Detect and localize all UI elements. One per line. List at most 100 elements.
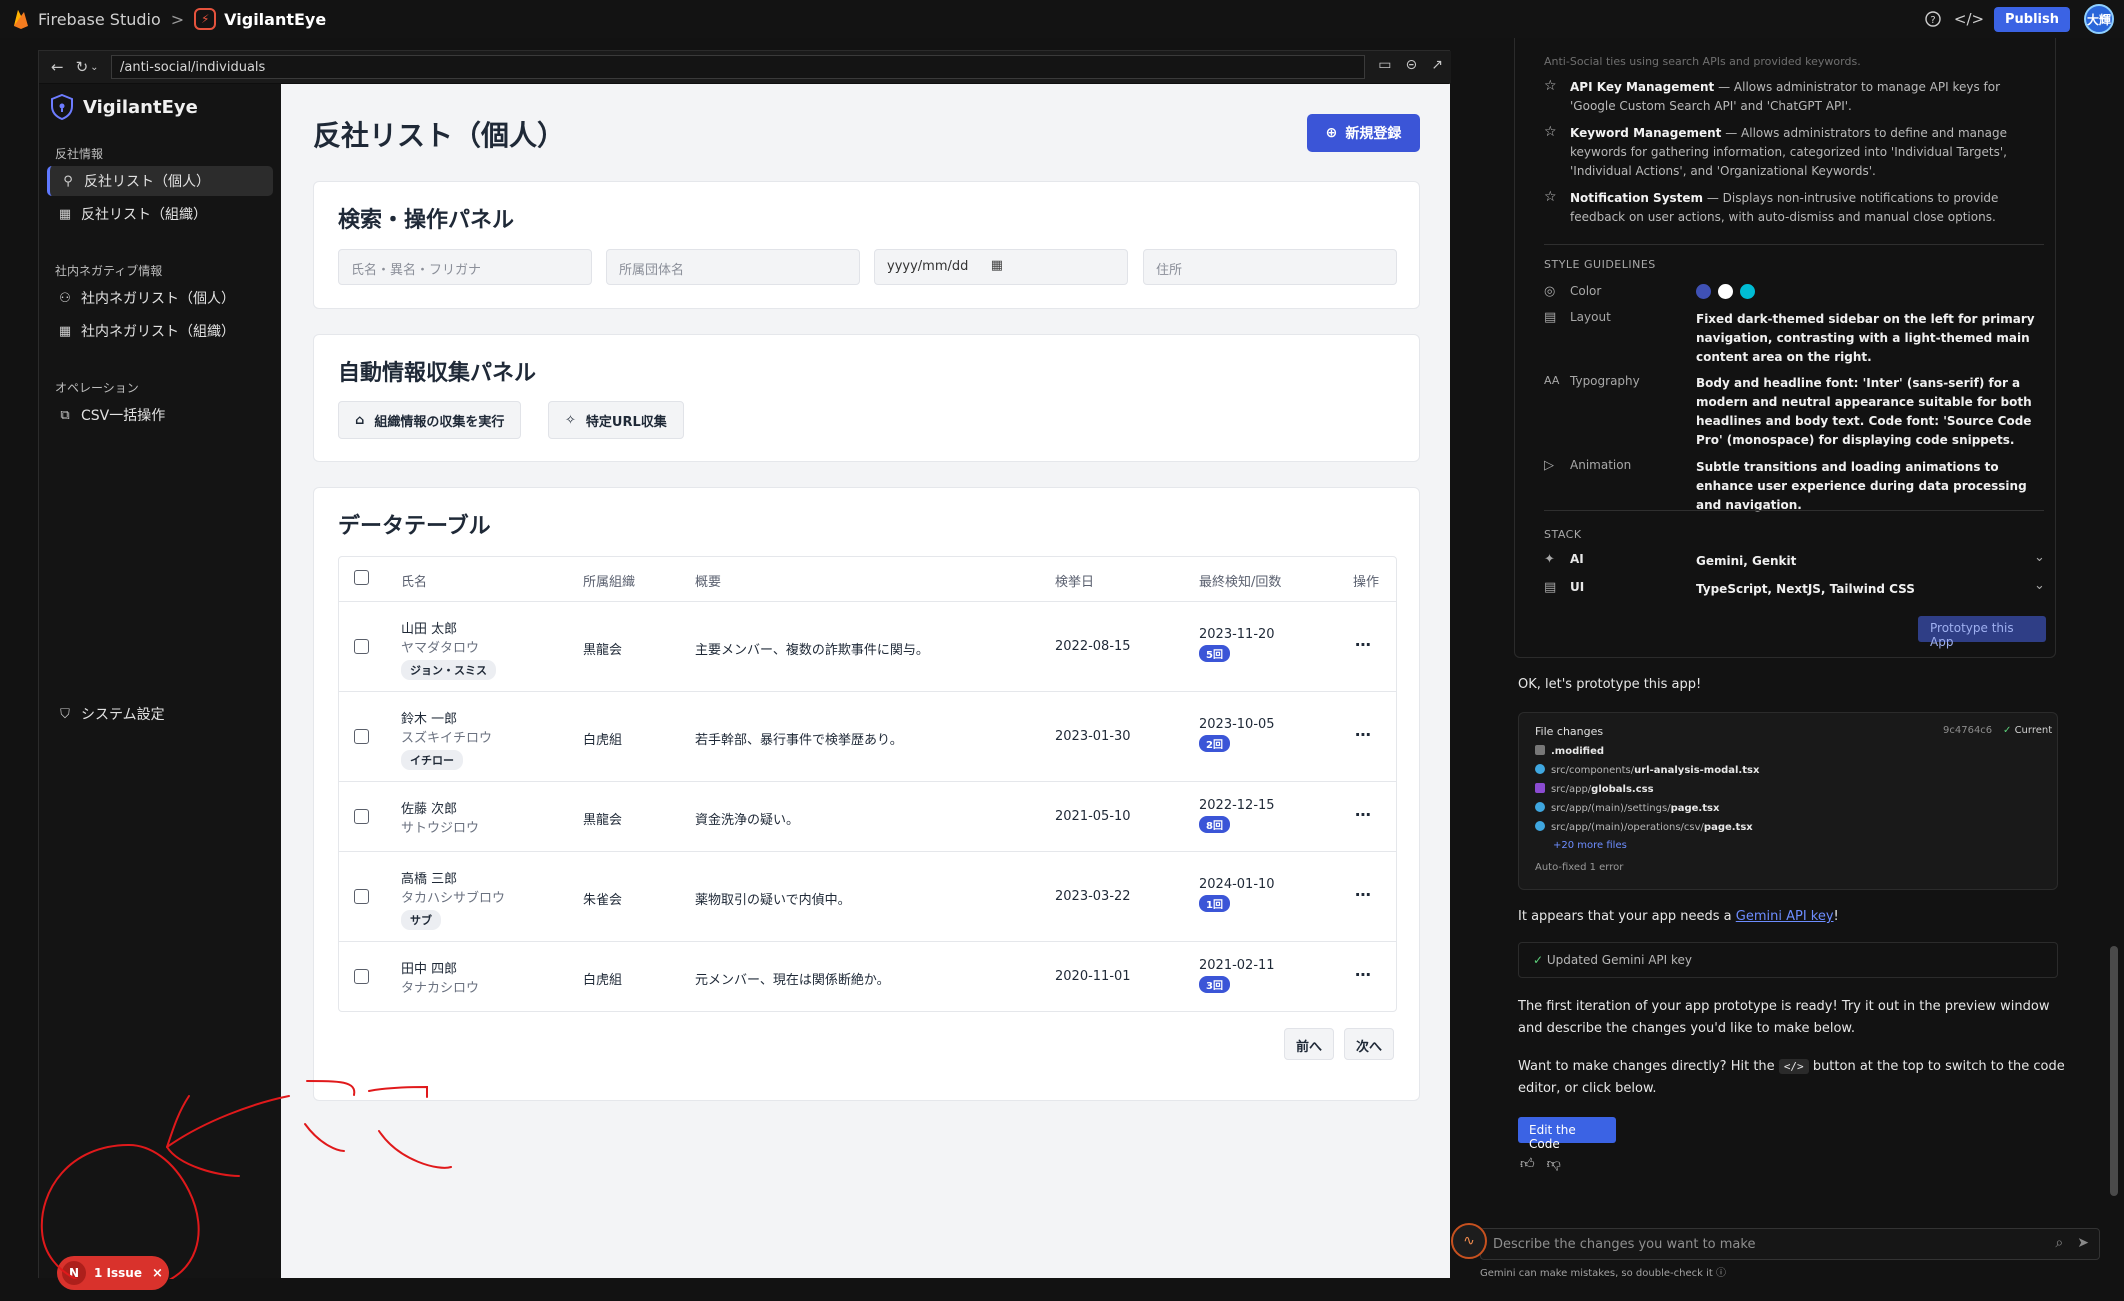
file-item[interactable]: .modified <box>1535 745 1604 757</box>
name-cell: 鈴木 一郎 スズキイチロウ イチロー <box>401 708 492 770</box>
person-name: 鈴木 一郎 <box>401 712 458 727</box>
gemini-api-key-link[interactable]: Gemini API key <box>1736 909 1834 924</box>
feature-api-keys: API Key Management — Allows administrato… <box>1570 78 2048 116</box>
file-changes-title: File changes <box>1535 725 1604 738</box>
thumbs-down-icon[interactable]: 👎︎ <box>1547 1155 1561 1172</box>
calendar-icon[interactable]: ▦ <box>991 258 1003 273</box>
user-icon: ⚲ <box>63 173 73 189</box>
style-guidelines-caption: STYLE GUIDELINES <box>1544 258 1656 271</box>
scrollbar-thumb[interactable] <box>2110 946 2118 1196</box>
chevron-down-icon[interactable]: ⌄ <box>2034 578 2045 593</box>
info-icon[interactable]: ⓘ <box>1716 1268 1726 1279</box>
organization-cell: 白虎組 <box>583 733 623 748</box>
app-logo[interactable]: VigilantEye <box>51 94 198 120</box>
file-name: url-analysis-modal.tsx <box>1634 765 1760 776</box>
file-name: page.tsx <box>1703 822 1753 833</box>
sidebar-item-settings[interactable]: ⛉ システム設定 <box>47 699 273 729</box>
close-icon[interactable]: × <box>152 1266 163 1281</box>
edit-code-button[interactable]: Edit the Code <box>1518 1117 1616 1151</box>
row-checkbox[interactable] <box>354 889 369 904</box>
table-row[interactable]: 山田 太郎 ヤマダタロウ ジョン・スミス 黒龍会 主要メンバー、複数の詐欺事件に… <box>339 601 1396 691</box>
help-icon[interactable]: ? <box>1922 8 1944 30</box>
current-status-label: Current <box>2014 725 2053 736</box>
stack-ui-label: UI <box>1570 580 1585 594</box>
sidebar-item-antisocial-organizations[interactable]: ▦ 反社リスト（組織） <box>47 199 273 229</box>
file-item[interactable]: src/app/(main)/operations/csv/page.tsx <box>1535 821 1753 833</box>
date-input[interactable]: yyyy/mm/dd ▦ <box>874 249 1128 285</box>
more-options-icon[interactable]: ⋯ <box>1355 805 1371 824</box>
collect-org-info-label: 組織情報の収集を実行 <box>374 414 505 430</box>
column-header-arrest-date[interactable]: 検挙日 <box>1055 571 1094 590</box>
alias-badge: イチロー <box>401 750 463 770</box>
row-checkbox[interactable] <box>354 809 369 824</box>
sidebar-item-internal-organizations[interactable]: ▦ 社内ネガリスト（組織） <box>47 316 273 346</box>
date-placeholder: yyyy/mm/dd <box>887 259 969 274</box>
sidebar-item-csv[interactable]: ⧉ CSV一括操作 <box>47 400 273 430</box>
more-options-icon[interactable]: ⋯ <box>1355 725 1371 744</box>
more-files-link[interactable]: +20 more files <box>1553 840 1627 851</box>
row-checkbox[interactable] <box>354 969 369 984</box>
sidebar-item-internal-individuals[interactable]: ⚇ 社内ネガリスト（個人） <box>47 283 273 313</box>
thumbs-up-icon[interactable]: 👍︎ <box>1520 1155 1535 1172</box>
row-checkbox[interactable] <box>354 729 369 744</box>
attach-icon[interactable]: ⌕ <box>2055 1235 2063 1251</box>
row-checkbox[interactable] <box>354 639 369 654</box>
table-row[interactable]: 鈴木 一郎 スズキイチロウ イチロー 白虎組 若手幹部、暴行事件で検挙歴あり。 … <box>339 691 1396 781</box>
address-search-input[interactable]: 住所 <box>1143 249 1397 285</box>
table-row[interactable]: 高橋 三郎 タカハシサブロウ サブ 朱雀会 薬物取引の疑いで内偵中。 2023-… <box>339 851 1396 941</box>
send-icon[interactable]: ➤ <box>2077 1235 2089 1251</box>
more-options-icon[interactable]: ⋯ <box>1355 635 1371 654</box>
prototype-app-button[interactable]: Prototype this App <box>1918 616 2046 649</box>
updated-api-key-card[interactable]: ✓ Updated Gemini API key <box>1518 942 2058 978</box>
publish-button[interactable]: Publish <box>1994 6 2070 32</box>
next-page-button[interactable]: 次へ <box>1344 1028 1395 1060</box>
chat-prompt-input[interactable]: ∿ Describe the changes you want to make … <box>1451 1223 2100 1260</box>
column-header-summary[interactable]: 概要 <box>695 571 721 590</box>
shield-icon: ⛉ <box>60 706 70 722</box>
organization-search-input[interactable]: 所属団体名 <box>606 249 860 285</box>
column-header-organization[interactable]: 所属組織 <box>583 571 635 590</box>
url-input[interactable]: /anti-social/individuals <box>111 55 1365 79</box>
file-item[interactable]: src/components/url-analysis-modal.tsx <box>1535 764 1759 776</box>
last-detected-cell: 2024-01-10 1回 <box>1199 877 1275 912</box>
file-item[interactable]: src/app/globals.css <box>1535 783 1654 795</box>
summary-cell: 薬物取引の疑いで内偵中。 <box>695 893 851 908</box>
chat-scrollbar[interactable] <box>2110 38 2118 1201</box>
file-dir: src/app/(main)/operations/csv/ <box>1551 822 1704 833</box>
issue-badge[interactable]: N 1 Issue × <box>57 1256 169 1290</box>
chevron-down-icon[interactable]: ⌄ <box>90 62 98 73</box>
device-preview-icon[interactable]: ▭ <box>1378 57 1391 73</box>
more-options-icon[interactable]: ⋯ <box>1355 885 1371 904</box>
last-detected-date: 2024-01-10 <box>1199 877 1275 892</box>
link-icon[interactable]: ⊝ <box>1406 57 1418 73</box>
back-arrow-icon[interactable]: ← <box>51 58 64 76</box>
prev-page-button[interactable]: 前へ <box>1284 1028 1335 1060</box>
person-kana: スズキイチロウ <box>401 731 493 746</box>
select-all-checkbox[interactable] <box>354 570 369 585</box>
collect-org-info-button[interactable]: ⌂ 組織情報の収集を実行 <box>338 401 522 439</box>
more-options-icon[interactable]: ⋯ <box>1355 965 1371 984</box>
table-row[interactable]: 田中 四郎 タナカシロウ 白虎組 元メンバー、現在は関係断絶か。 2020-11… <box>339 941 1396 1011</box>
sidebar-item-antisocial-individuals[interactable]: ⚲ 反社リスト（個人） <box>47 166 273 196</box>
name-search-input[interactable]: 氏名・異名・フリガナ <box>338 249 592 285</box>
code-view-icon[interactable]: </> <box>1954 8 1984 30</box>
commit-hash[interactable]: 9c4764c6 <box>1943 725 1992 736</box>
project-name[interactable]: VigilantEye <box>224 10 326 29</box>
studio-brand[interactable]: Firebase Studio > ⚡ VigilantEye <box>12 8 326 30</box>
specific-url-collect-button[interactable]: ✧ 特定URL収集 <box>548 401 684 439</box>
organization-cell: 白虎組 <box>583 973 623 988</box>
detect-count-badge: 2回 <box>1199 735 1230 752</box>
file-item[interactable]: src/app/(main)/settings/page.tsx <box>1535 802 1719 814</box>
chevron-down-icon[interactable]: ⌄ <box>2034 550 2045 565</box>
table-row[interactable]: 佐藤 次郎 サトウジロウ 黒龍会 資金洗浄の疑い。 2021-05-10 202… <box>339 781 1396 851</box>
sidebar-item-label: 反社リスト（組織） <box>81 207 207 223</box>
star-icon: ☆ <box>1544 78 1557 94</box>
column-header-last-detected[interactable]: 最終検知/回数 <box>1199 571 1281 590</box>
avatar[interactable]: 大輝 <box>2084 4 2114 34</box>
open-external-icon[interactable]: ↗ <box>1431 57 1443 73</box>
issue-label: 1 Issue <box>94 1266 142 1280</box>
column-header-name[interactable]: 氏名 <box>401 571 427 590</box>
reload-icon[interactable]: ↻ <box>76 58 89 76</box>
name-cell: 高橋 三郎 タカハシサブロウ サブ <box>401 868 505 930</box>
new-register-button[interactable]: ⊕ 新規登録 <box>1307 114 1420 152</box>
